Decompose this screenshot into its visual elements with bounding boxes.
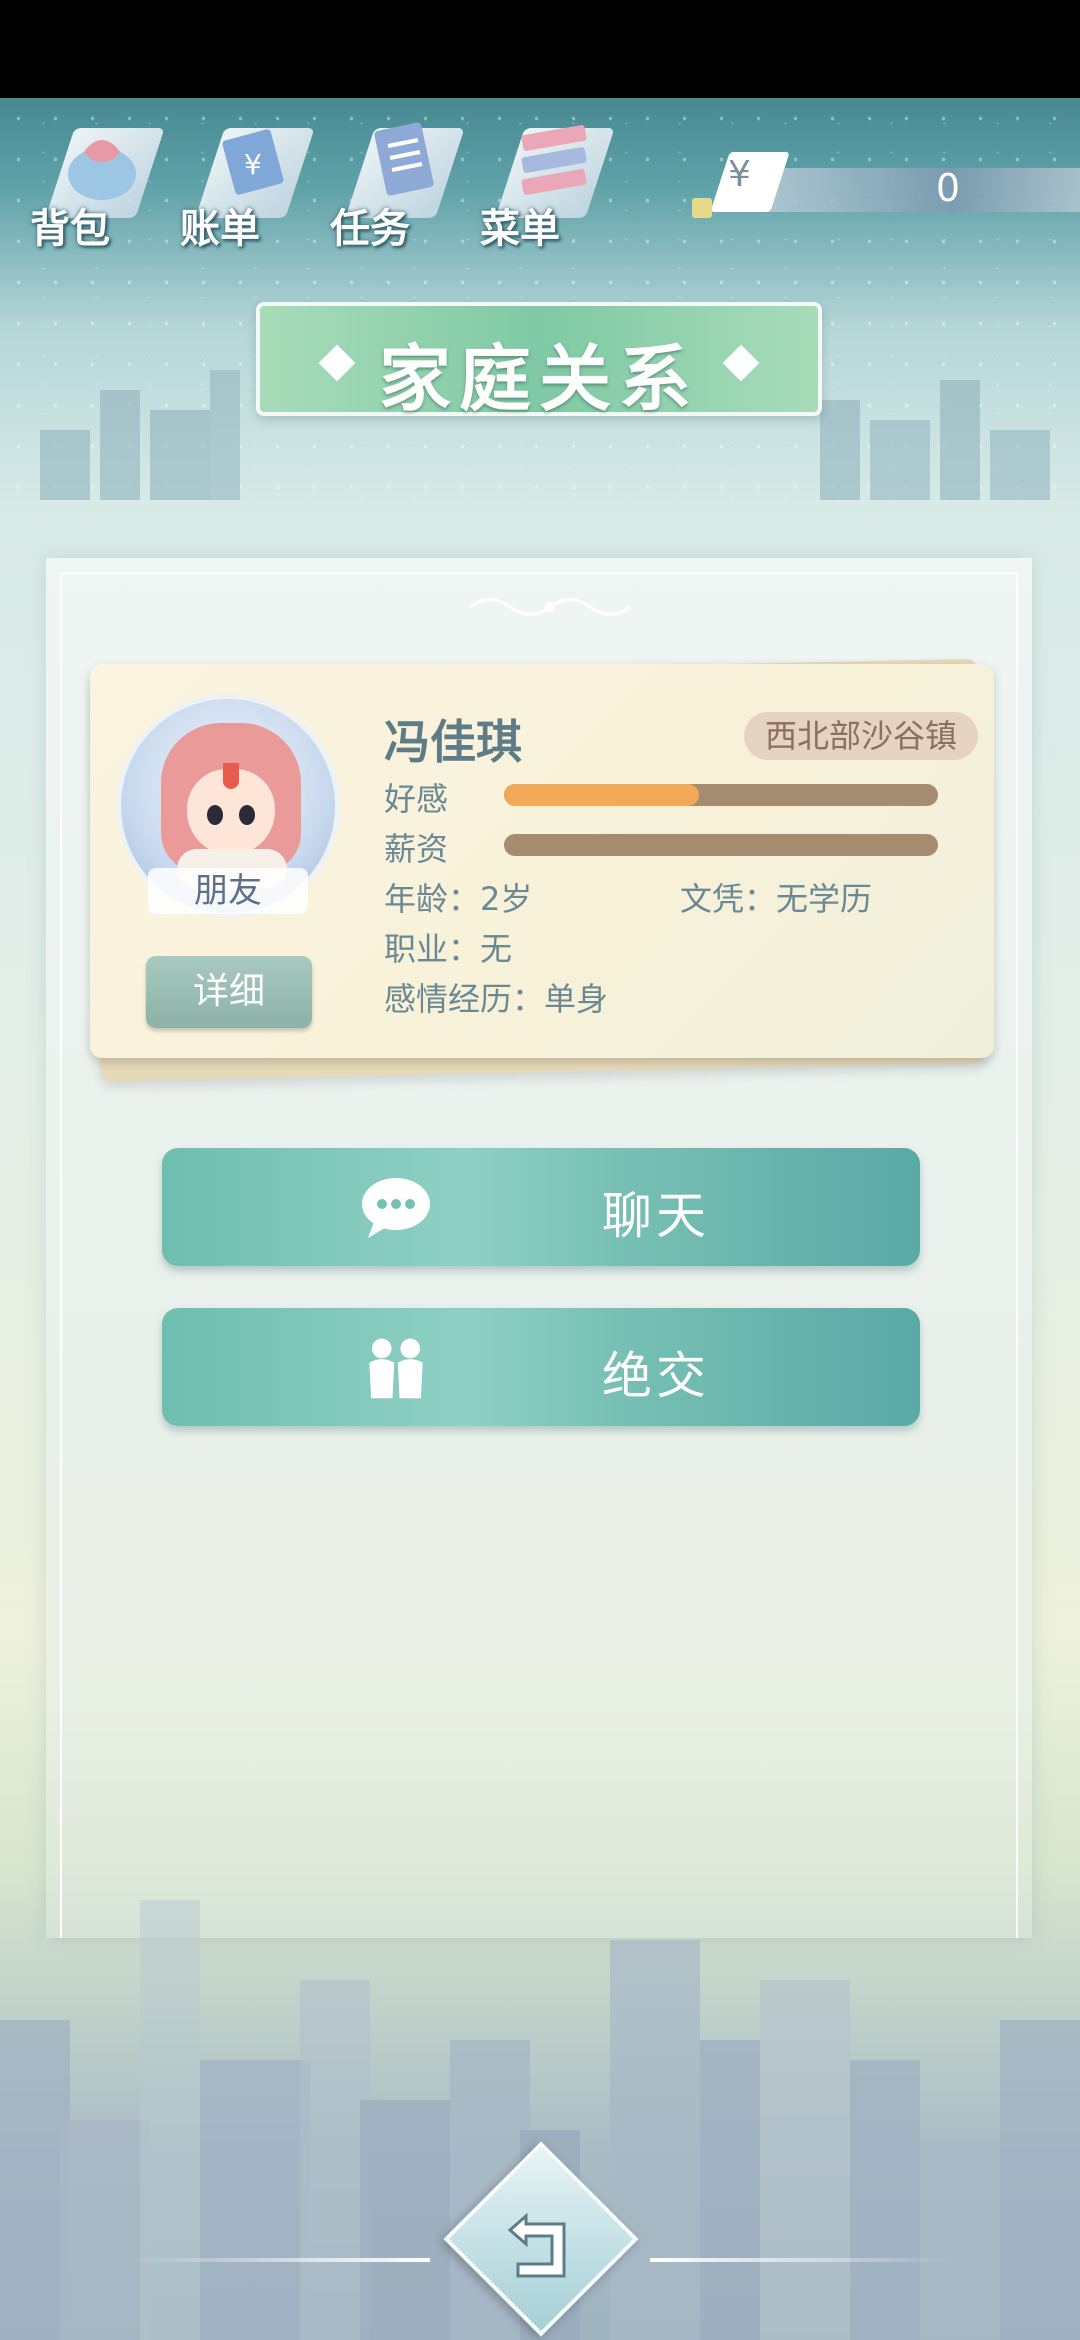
location-badge: 西北部沙谷镇 — [744, 712, 978, 760]
affection-bar — [504, 784, 938, 806]
nav-task-label: 任务 — [330, 206, 410, 252]
back-arrow-icon — [507, 2212, 566, 2278]
affection-bar-fill — [504, 784, 700, 806]
relation-badge: 朋友 — [148, 868, 308, 914]
yen-icon: ¥ — [728, 154, 751, 195]
coin-icon — [692, 198, 712, 218]
chat-button-label: 聊天 — [602, 1187, 710, 1245]
job-text: 职业：无 — [384, 930, 513, 968]
svg-text:¥: ¥ — [244, 148, 262, 181]
nav-bag-button[interactable]: 背包 — [30, 108, 165, 258]
education-text: 文凭：无学历 — [680, 880, 873, 918]
salary-label: 薪资 — [384, 830, 449, 868]
break-off-button-label: 绝交 — [602, 1347, 710, 1405]
left-decoration-line — [130, 2258, 430, 2262]
status-bar — [0, 0, 1080, 98]
money-value: 0 — [935, 166, 960, 210]
nav-bill-label: 账单 — [180, 206, 260, 252]
love-history-text: 感情经历：单身 — [384, 980, 609, 1018]
nav-menu-label: 菜单 — [480, 206, 560, 252]
nav-bag-label: 背包 — [30, 206, 110, 252]
character-name: 冯佳琪 — [384, 715, 522, 769]
nav-menu-button[interactable]: 菜单 — [480, 108, 615, 258]
salary-bar — [504, 834, 938, 856]
flourish-ornament-icon — [469, 598, 631, 616]
page-title-banner: 家庭关系 — [256, 302, 822, 421]
break-off-button[interactable]: 绝交 — [162, 1308, 920, 1426]
chat-button[interactable]: 聊天 — [162, 1148, 920, 1266]
detail-button[interactable]: 详细 — [146, 956, 312, 1028]
two-people-icon — [369, 1338, 423, 1399]
money-display: ¥ 0 — [692, 150, 1080, 218]
affection-label: 好感 — [384, 780, 449, 818]
age-text: 年龄：2岁 — [384, 880, 533, 918]
chat-bubble-icon — [362, 1178, 430, 1238]
nav-task-button[interactable]: 任务 — [330, 108, 465, 258]
right-decoration-line — [650, 2258, 950, 2262]
nav-bill-button[interactable]: ¥ 账单 — [180, 108, 315, 258]
